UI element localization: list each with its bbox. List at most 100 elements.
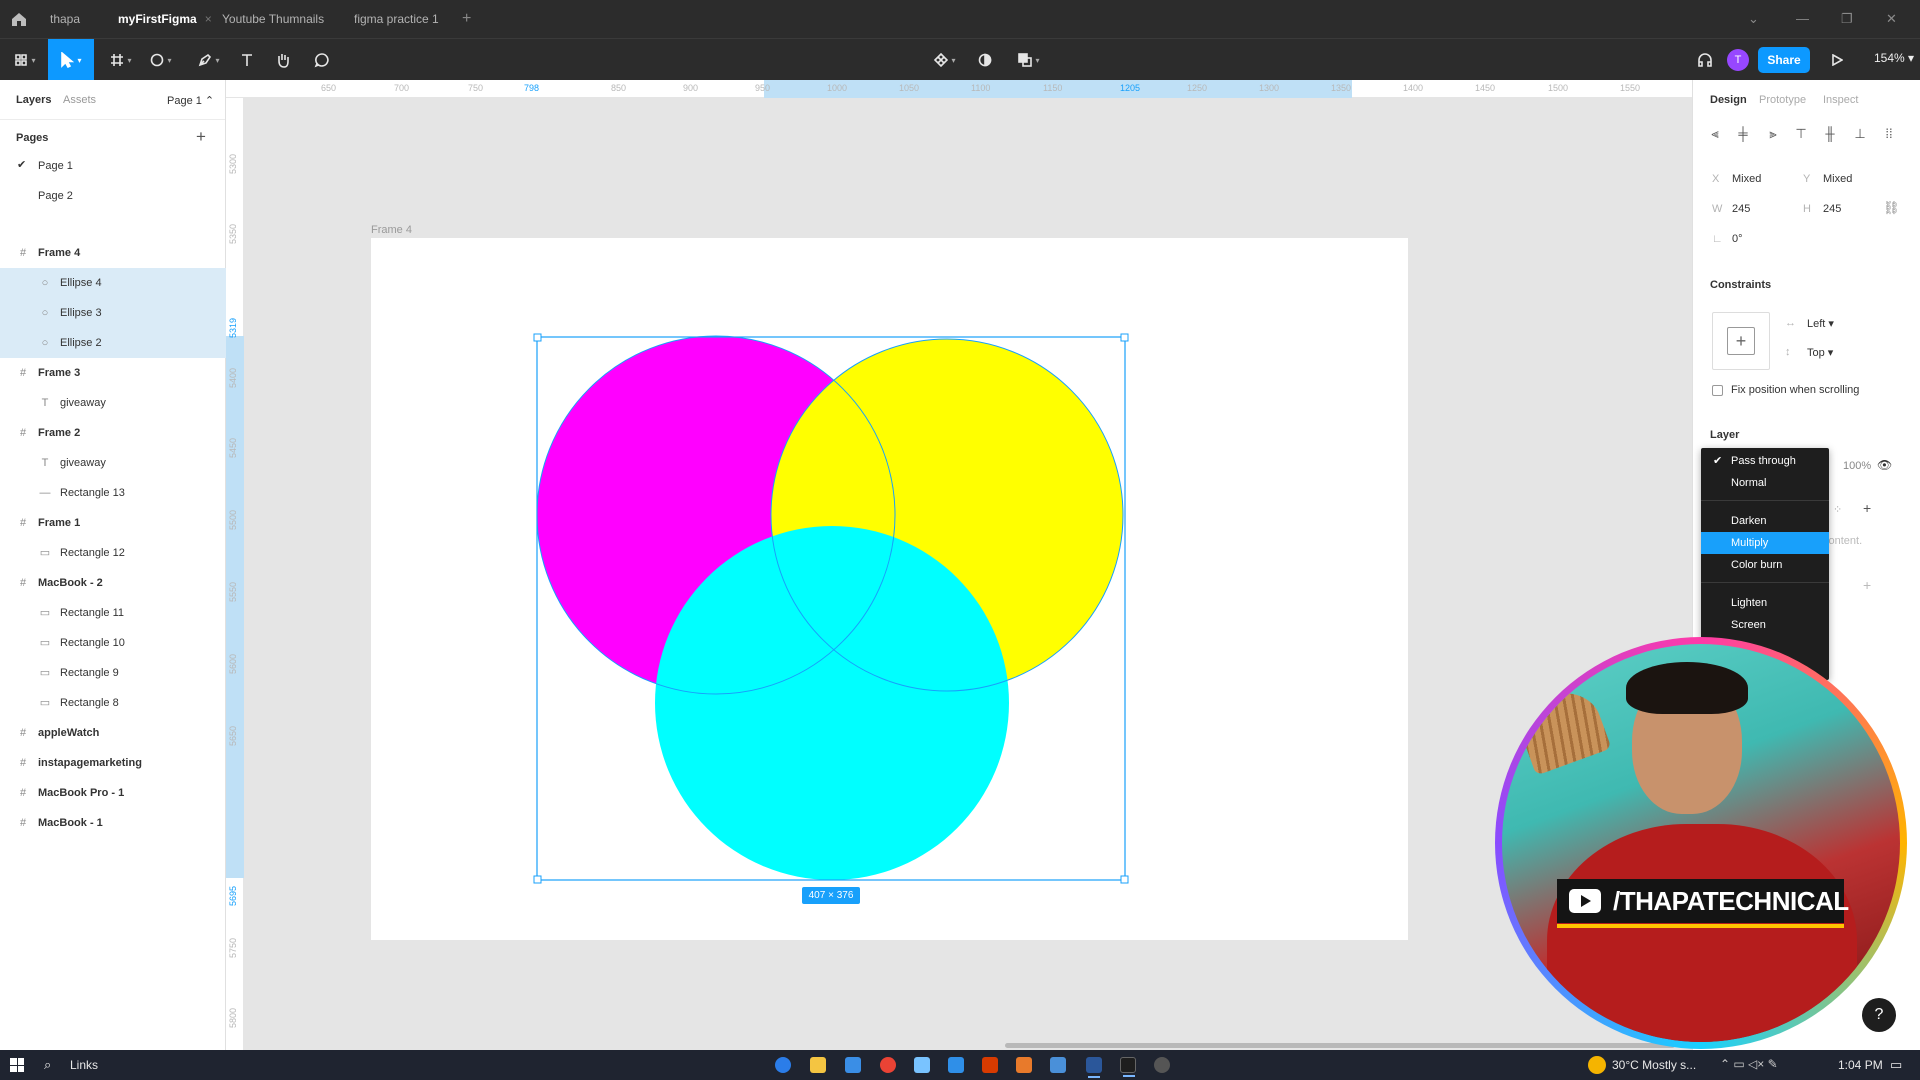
- app-icon[interactable]: [914, 1057, 930, 1073]
- share-button[interactable]: Share: [1758, 47, 1810, 73]
- layer-row-ellipse-3[interactable]: ○ Ellipse 3: [0, 298, 226, 328]
- layer-row-rectangle-9[interactable]: ▭ Rectangle 9: [0, 658, 226, 688]
- add-fill-icon[interactable]: +: [1863, 500, 1871, 516]
- layer-row-frame-3[interactable]: # Frame 3: [0, 358, 226, 388]
- layer-row-rectangle-11[interactable]: ▭ Rectangle 11: [0, 598, 226, 628]
- tab-layers[interactable]: Layers: [16, 94, 51, 106]
- blend-option-screen[interactable]: Screen: [1701, 614, 1829, 636]
- edge-icon[interactable]: [775, 1057, 791, 1073]
- layer-row-frame-2[interactable]: # Frame 2: [0, 418, 226, 448]
- tab-figma-practice-1[interactable]: figma practice 1: [342, 0, 451, 38]
- app-icon[interactable]: [1016, 1057, 1032, 1073]
- tab-youtube-thumnails[interactable]: Youtube Thumnails: [210, 0, 336, 38]
- blend-option-color-burn[interactable]: Color burn: [1701, 554, 1829, 576]
- clock[interactable]: 1:04 PM: [1838, 1058, 1883, 1072]
- figma-icon[interactable]: [1120, 1057, 1136, 1077]
- style-icon[interactable]: ⁘: [1833, 503, 1842, 516]
- h-field[interactable]: 245: [1823, 203, 1841, 215]
- align-center-icon[interactable]: ╪: [1735, 126, 1751, 142]
- layer-row-macbook-pro-1[interactable]: # MacBook Pro - 1: [0, 778, 226, 808]
- shape-tool-button[interactable]: ▾: [144, 39, 178, 81]
- boolean-button[interactable]: ▾: [1012, 39, 1046, 81]
- component-button[interactable]: ▾: [928, 39, 962, 81]
- move-tool-button[interactable]: ▾: [48, 39, 94, 81]
- layer-row-giveaway[interactable]: Tgiveaway: [0, 448, 226, 478]
- w-field[interactable]: 245: [1732, 203, 1750, 215]
- constraint-horizontal-select[interactable]: Left ▾: [1807, 317, 1834, 330]
- comment-tool-button[interactable]: [311, 39, 333, 81]
- chrome-icon[interactable]: [880, 1057, 896, 1073]
- settings-icon[interactable]: [1154, 1057, 1170, 1073]
- office-icon[interactable]: [982, 1057, 998, 1073]
- blend-option-pass-through[interactable]: ✔ Pass through: [1701, 450, 1829, 472]
- windows-start-icon[interactable]: [10, 1058, 24, 1072]
- notification-icon[interactable]: ▭: [1890, 1057, 1902, 1073]
- search-icon[interactable]: ⌕: [44, 1057, 51, 1073]
- opacity-field[interactable]: 100%: [1843, 460, 1871, 472]
- tab-inspect[interactable]: Inspect: [1823, 94, 1858, 106]
- weather-text[interactable]: 30°C Mostly s...: [1612, 1058, 1696, 1072]
- x-field[interactable]: Mixed: [1732, 173, 1761, 185]
- layer-row-giveaway[interactable]: Tgiveaway: [0, 388, 226, 418]
- constrain-proportions-icon[interactable]: ⛓: [1883, 200, 1900, 216]
- tab-myfirstfigma[interactable]: myFirstFigma ×: [106, 0, 224, 38]
- pen-tool-button[interactable]: ▾: [192, 39, 226, 81]
- help-button[interactable]: ?: [1862, 998, 1896, 1032]
- mail-icon[interactable]: [845, 1057, 861, 1073]
- tab-prototype[interactable]: Prototype: [1759, 94, 1806, 106]
- page-selector[interactable]: Page 1 ⌃: [167, 94, 214, 107]
- frame-4[interactable]: [371, 238, 1408, 940]
- layer-row-rectangle-13[interactable]: — Rectangle 13: [0, 478, 226, 508]
- audio-button[interactable]: [1694, 39, 1716, 81]
- blend-option-darken[interactable]: Darken: [1701, 510, 1829, 532]
- hand-tool-button[interactable]: [272, 39, 294, 81]
- page-item-page-1[interactable]: Page 1: [38, 160, 73, 172]
- zoom-level[interactable]: 154% ▾: [1874, 51, 1914, 65]
- layer-row-frame-1[interactable]: # Frame 1: [0, 508, 226, 538]
- fix-position-checkbox[interactable]: [1712, 385, 1723, 396]
- frame-label[interactable]: Frame 4: [371, 224, 412, 236]
- add-page-icon[interactable]: +: [196, 127, 206, 147]
- constraint-widget[interactable]: +: [1712, 312, 1770, 370]
- new-tab-icon[interactable]: +: [462, 10, 471, 28]
- rotation-field[interactable]: 0°: [1732, 233, 1743, 245]
- frame-tool-button[interactable]: ▾: [104, 39, 138, 81]
- distribute-icon[interactable]: ⁞⁞: [1881, 126, 1897, 142]
- file-explorer-icon[interactable]: [810, 1057, 826, 1073]
- word-icon[interactable]: [1086, 1057, 1102, 1078]
- chevron-down-icon[interactable]: ⌄: [1748, 11, 1759, 27]
- align-right-icon[interactable]: ⫸: [1765, 126, 1781, 142]
- align-top-icon[interactable]: ⊤: [1793, 126, 1809, 142]
- mask-button[interactable]: [974, 39, 996, 81]
- add-stroke-icon[interactable]: +: [1863, 577, 1871, 593]
- taskbar-search-text[interactable]: Links: [70, 1058, 98, 1072]
- align-left-icon[interactable]: ⫷: [1707, 126, 1723, 142]
- tab-assets[interactable]: Assets: [63, 94, 96, 106]
- eye-icon[interactable]: 👁: [1877, 458, 1892, 472]
- align-bottom-icon[interactable]: ⊥: [1852, 126, 1868, 142]
- app-icon[interactable]: [1050, 1057, 1066, 1073]
- system-tray-icons[interactable]: ⌃ ▭ ◁× ✎: [1720, 1057, 1778, 1071]
- blend-option-normal[interactable]: Normal: [1701, 472, 1829, 494]
- blend-option-lighten[interactable]: Lighten: [1701, 592, 1829, 614]
- layer-row-rectangle-8[interactable]: ▭ Rectangle 8: [0, 688, 226, 718]
- avatar[interactable]: T: [1727, 49, 1749, 71]
- constraint-vertical-select[interactable]: Top ▾: [1807, 346, 1833, 359]
- tab-thapa[interactable]: thapa: [38, 0, 92, 38]
- close-window-icon[interactable]: ✕: [1886, 11, 1897, 27]
- layer-row-macbook-2[interactable]: # MacBook - 2: [0, 568, 226, 598]
- layer-row-macbook-1[interactable]: # MacBook - 1: [0, 808, 226, 838]
- blend-option-multiply[interactable]: Multiply: [1701, 532, 1829, 554]
- text-tool-button[interactable]: [236, 39, 258, 81]
- y-field[interactable]: Mixed: [1823, 173, 1852, 185]
- present-button[interactable]: [1826, 39, 1848, 81]
- main-menu-button[interactable]: ▾: [8, 39, 42, 81]
- page-item-page-2[interactable]: Page 2: [38, 190, 73, 202]
- layer-row-ellipse-2[interactable]: ○ Ellipse 2: [0, 328, 226, 358]
- home-icon[interactable]: [8, 9, 30, 29]
- minimize-icon[interactable]: —: [1796, 11, 1809, 26]
- align-middle-icon[interactable]: ╫: [1822, 126, 1838, 142]
- layer-row-rectangle-12[interactable]: ▭ Rectangle 12: [0, 538, 226, 568]
- layer-row-applewatch[interactable]: # appleWatch: [0, 718, 226, 748]
- layer-row-rectangle-10[interactable]: ▭ Rectangle 10: [0, 628, 226, 658]
